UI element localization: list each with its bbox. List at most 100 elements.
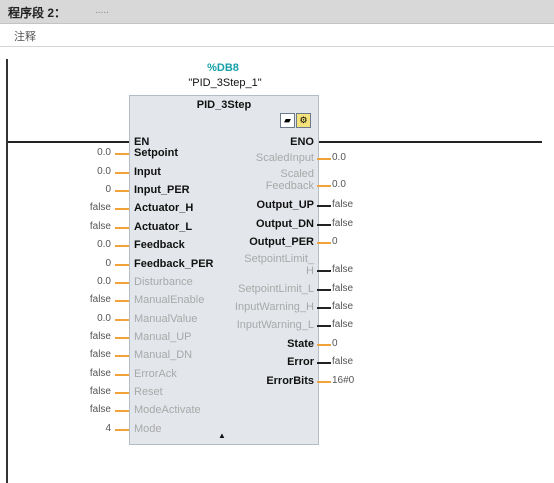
output-pin-label: InputWarning_L [236, 319, 314, 331]
input-actual-value[interactable]: false [31, 221, 111, 232]
output-pin-label: State [287, 338, 314, 350]
output-wire-stub [317, 158, 331, 160]
input-actual-value[interactable]: false [31, 368, 111, 379]
output-pin-output_dn[interactable]: Output_DN [256, 218, 314, 230]
network-header[interactable]: 程序段 2： ..... [0, 0, 554, 24]
input-pin-input[interactable]: Input [134, 166, 161, 178]
output-pin-setpointlimit_h[interactable]: SetpointLimit_ H [244, 253, 314, 277]
network-comment[interactable]: 注释 [14, 28, 36, 44]
input-pin-reset[interactable]: Reset [134, 386, 163, 398]
network-title: 程序段 2： [8, 6, 67, 20]
input-wire-stub [115, 190, 129, 192]
output-pin-inputwarning_l[interactable]: InputWarning_L [237, 319, 314, 331]
output-actual-value[interactable]: 0.0 [332, 152, 346, 163]
input-wire-stub [115, 172, 129, 174]
output-pin-error[interactable]: Error [287, 356, 314, 368]
input-wire-stub [115, 319, 129, 321]
input-actual-value[interactable]: false [31, 294, 111, 305]
input-wire-stub [115, 264, 129, 266]
output-wire-stub [317, 344, 331, 346]
block-properties-icon[interactable]: ▰ [280, 113, 295, 128]
input-wire-stub [115, 282, 129, 284]
input-pin-manual_dn[interactable]: Manual_DN [134, 349, 192, 361]
eno-pin[interactable]: ENO [290, 136, 314, 148]
input-pin-actuator_l[interactable]: Actuator_L [134, 221, 192, 233]
network-title-placeholder[interactable]: ..... [95, 5, 109, 16]
input-actual-value[interactable]: 0.0 [31, 147, 111, 158]
eno-wire [318, 141, 542, 143]
input-pin-mode[interactable]: Mode [134, 423, 162, 435]
output-actual-value[interactable]: false [332, 283, 353, 294]
output-actual-value[interactable]: false [332, 319, 353, 330]
output-wire-stub [317, 185, 331, 187]
input-pin-setpoint[interactable]: Setpoint [134, 147, 178, 159]
input-pin-feedback[interactable]: Feedback [134, 239, 185, 251]
input-actual-value[interactable]: false [31, 331, 111, 342]
input-actual-value[interactable]: false [31, 349, 111, 360]
output-pin-inputwarning_h[interactable]: InputWarning_H [235, 301, 314, 313]
input-actual-value[interactable]: 0 [31, 258, 111, 269]
input-wire-stub [115, 227, 129, 229]
en-wire [8, 141, 129, 143]
input-pin-modeactivate[interactable]: ModeActivate [134, 404, 201, 416]
input-pin-feedback_per[interactable]: Feedback_PER [134, 258, 213, 270]
input-wire-stub [115, 245, 129, 247]
output-pin-scaledfeedback[interactable]: Scaled Feedback [266, 168, 314, 192]
input-actual-value[interactable]: false [31, 404, 111, 415]
output-pin-errorbits[interactable]: ErrorBits [266, 375, 314, 387]
input-pin-manualenable[interactable]: ManualEnable [134, 294, 204, 306]
input-wire-stub [115, 392, 129, 394]
output-pin-output_per[interactable]: Output_PER [249, 236, 314, 248]
output-pin-setpointlimit_l[interactable]: SetpointLimit_L [238, 283, 314, 295]
output-actual-value[interactable]: false [332, 356, 353, 367]
output-pin-label: Output_PER [249, 236, 314, 248]
output-wire-stub [317, 224, 331, 226]
output-pin-state[interactable]: State [287, 338, 314, 350]
output-actual-value[interactable]: false [332, 218, 353, 229]
left-power-rail [6, 59, 8, 483]
input-pin-actuator_h[interactable]: Actuator_H [134, 202, 193, 214]
input-wire-stub [115, 355, 129, 357]
network-comment-row[interactable]: 注释 [0, 24, 554, 47]
input-actual-value[interactable]: 4 [31, 423, 111, 434]
output-pin-label: SetpointLimit_L [238, 283, 314, 295]
output-actual-value[interactable]: 0 [332, 338, 338, 349]
output-actual-value[interactable]: 16#0 [332, 375, 354, 386]
input-wire-stub [115, 410, 129, 412]
instance-db-number[interactable]: %DB8 [188, 62, 258, 74]
output-pin-label-line2: H [306, 265, 314, 277]
input-actual-value[interactable]: 0 [31, 184, 111, 195]
block-type-label: PID_3Step [196, 99, 252, 111]
input-wire-stub [115, 300, 129, 302]
output-actual-value[interactable]: false [332, 264, 353, 275]
output-pin-label-line2: Feedback [265, 180, 314, 192]
output-actual-value[interactable]: false [332, 199, 353, 210]
input-actual-value[interactable]: false [31, 386, 111, 397]
input-pin-errorack[interactable]: ErrorAck [134, 368, 177, 380]
input-pin-manualvalue[interactable]: ManualValue [134, 313, 197, 325]
ladder-rung-area: %DB8 "PID_3Step_1" PID_3Step ▰ ⚙ EN ENO … [0, 47, 554, 483]
output-pin-output_up[interactable]: Output_UP [257, 199, 314, 211]
input-pin-input_per[interactable]: Input_PER [134, 184, 190, 196]
output-wire-stub [317, 381, 331, 383]
input-wire-stub [115, 153, 129, 155]
output-pin-scaledinput[interactable]: ScaledInput [256, 152, 314, 164]
input-actual-value[interactable]: 0.0 [31, 239, 111, 250]
output-wire-stub [317, 307, 331, 309]
input-actual-value[interactable]: 0.0 [31, 313, 111, 324]
output-wire-stub [317, 325, 331, 327]
instance-db-name[interactable]: "PID_3Step_1" [160, 77, 290, 89]
input-actual-value[interactable]: false [31, 202, 111, 213]
output-actual-value[interactable]: false [332, 301, 353, 312]
output-actual-value[interactable]: 0.0 [332, 179, 346, 190]
output-pin-label: InputWarning_H [234, 301, 314, 313]
input-actual-value[interactable]: 0.0 [31, 166, 111, 177]
output-actual-value[interactable]: 0 [332, 236, 338, 247]
input-wire-stub [115, 374, 129, 376]
input-pin-manual_up[interactable]: Manual_UP [134, 331, 191, 343]
expand-collapse-caret-icon[interactable]: ▲ [218, 431, 226, 440]
pid-3step-block[interactable]: PID_3Step ▰ ⚙ EN ENO Setpoint Input Input_… [129, 95, 319, 445]
commissioning-icon[interactable]: ⚙ [296, 113, 311, 128]
input-pin-disturbance[interactable]: Disturbance [134, 276, 193, 288]
input-actual-value[interactable]: 0.0 [31, 276, 111, 287]
